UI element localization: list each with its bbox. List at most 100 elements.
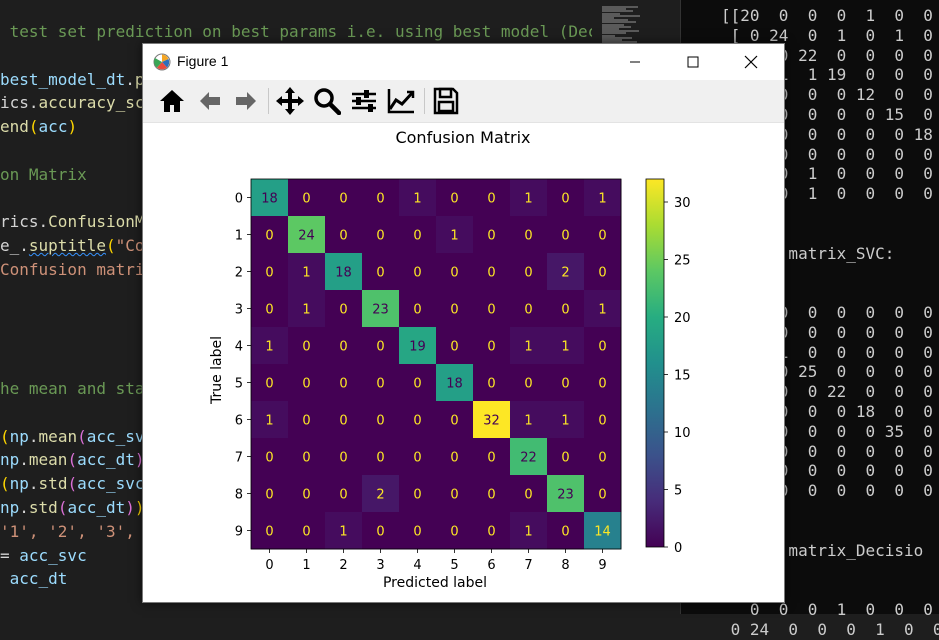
cell-value-label: 1 xyxy=(524,414,532,429)
cell-value-label: 0 xyxy=(524,377,532,392)
toolbar-separator xyxy=(424,88,425,114)
cell-value-label: 0 xyxy=(487,451,495,466)
code-line[interactable]: = acc_svc xyxy=(0,546,87,566)
cell-value-label: 0 xyxy=(265,377,273,392)
code-line[interactable]: ics.accuracy_sc xyxy=(0,93,145,113)
code-line[interactable]: np.std(acc_dt)) xyxy=(0,498,145,518)
cell-value-label: 0 xyxy=(598,340,606,355)
customize-button[interactable] xyxy=(384,84,418,118)
cell-value-label: 14 xyxy=(594,525,611,540)
confusion-matrix-plot: Confusion Matrix 18 0 0 0 1 0 0 1 0 10 24 0 0 0 1 0 0 0 00… xyxy=(209,128,691,591)
cell-value-label: 1 xyxy=(524,525,532,540)
code-line[interactable]: Confusion matrix xyxy=(0,260,154,280)
chart-title: Confusion Matrix xyxy=(395,128,530,147)
cell-value-label: 0 xyxy=(339,451,347,466)
back-button[interactable] xyxy=(193,84,227,118)
home-button[interactable] xyxy=(155,84,189,118)
cell-value-label: 0 xyxy=(524,488,532,503)
x-tick-label: 2 xyxy=(339,558,347,573)
cell-value-label: 0 xyxy=(302,488,310,503)
code-line[interactable]: (np.mean(acc_svc xyxy=(0,427,154,447)
cell-value-label: 0 xyxy=(265,229,273,244)
colorbar-tick-label: 20 xyxy=(674,311,691,326)
code-line[interactable]: '1', '2', '3', xyxy=(0,522,135,542)
y-tick-label: 6 xyxy=(235,414,243,429)
x-tick-label: 4 xyxy=(413,558,421,573)
code-line[interactable]: he mean and sta xyxy=(0,379,145,399)
cell-value-label: 0 xyxy=(376,414,384,429)
cell-value-label: 0 xyxy=(524,303,532,318)
cell-value-label: 1 xyxy=(561,414,569,429)
cell-value-label: 0 xyxy=(265,266,273,281)
code-token: . xyxy=(28,426,39,446)
cell-value-label: 0 xyxy=(524,229,532,244)
close-button[interactable] xyxy=(728,44,774,80)
code-token: best_model_dt xyxy=(0,69,126,89)
cell-value-label: 0 xyxy=(450,525,458,540)
code-line[interactable]: rics.ConfusionMa xyxy=(0,212,154,232)
x-tick-label: 9 xyxy=(598,558,606,573)
save-button[interactable] xyxy=(429,84,463,118)
cell-value-label: 0 xyxy=(561,451,569,466)
cell-value-label: 0 xyxy=(598,414,606,429)
forward-button[interactable] xyxy=(229,84,263,118)
figure-canvas[interactable]: Confusion Matrix 18 0 0 0 1 0 0 1 0 1 0 24 0 0 0 1 0 0 0 0 0… xyxy=(143,123,784,602)
cell-value-label: 1 xyxy=(339,525,347,540)
code-token: on Matrix xyxy=(0,164,87,184)
code-token: rics. xyxy=(0,212,49,232)
cell-value-label: 0 xyxy=(413,266,421,281)
minimize-button[interactable] xyxy=(612,44,658,80)
cell-value-label: 1 xyxy=(302,266,310,281)
cell-value-label: 0 xyxy=(339,229,347,244)
cell-value-label: 2 xyxy=(561,266,569,281)
subplots-button[interactable] xyxy=(347,84,381,118)
edit-axis-icon xyxy=(387,89,415,114)
x-tick-label: 8 xyxy=(561,558,569,573)
cell-value-label: 23 xyxy=(557,488,574,503)
x-axis-label: Predicted label xyxy=(383,575,487,591)
code-token: suptitle xyxy=(28,236,106,256)
cell-value-label: 0 xyxy=(524,266,532,281)
code-line[interactable]: e_.suptitle("Co xyxy=(0,236,145,256)
cell-value-label: 1 xyxy=(265,414,273,429)
x-tick-label: 6 xyxy=(487,558,495,573)
zoom-icon xyxy=(314,88,341,115)
y-tick-label: 8 xyxy=(235,488,243,503)
code-line[interactable]: on Matrix xyxy=(0,165,87,185)
cell-value-label: 2 xyxy=(376,488,384,503)
code-line[interactable]: acc_dt xyxy=(0,569,68,589)
zoom-button[interactable] xyxy=(310,84,344,118)
cell-value-label: 0 xyxy=(413,525,421,540)
code-line[interactable]: np.mean(acc_dt)) xyxy=(0,450,154,470)
cell-value-label: 0 xyxy=(450,192,458,207)
code-line[interactable]: end(acc) xyxy=(0,117,77,137)
cell-value-label: 0 xyxy=(561,192,569,207)
code-token: ( xyxy=(0,426,10,446)
code-line[interactable]: best_model_dt.pr xyxy=(0,70,154,90)
cell-value-label: 19 xyxy=(409,340,426,355)
cell-value-label: 1 xyxy=(524,192,532,207)
figure-titlebar[interactable]: Figure 1 xyxy=(143,44,784,80)
y-tick-label: 4 xyxy=(235,340,243,355)
cell-value-label: 0 xyxy=(413,451,421,466)
code-token: accuracy_sc xyxy=(38,93,145,113)
x-tick-label: 3 xyxy=(376,558,384,573)
code-line[interactable]: (np.std(acc_svc) xyxy=(0,474,154,494)
cell-value-label: 1 xyxy=(302,303,310,318)
cell-value-label: 0 xyxy=(265,451,273,466)
cell-value-label: 0 xyxy=(413,414,421,429)
maximize-button[interactable] xyxy=(670,44,716,80)
cell-value-label: 0 xyxy=(376,229,384,244)
cell-value-label: 24 xyxy=(298,229,315,244)
cell-value-label: 0 xyxy=(487,488,495,503)
colorbar-tick-label: 25 xyxy=(674,254,691,269)
code-token: ConfusionMa xyxy=(48,212,155,232)
colorbar-tick-label: 0 xyxy=(674,541,682,556)
pan-button[interactable] xyxy=(273,84,307,118)
cell-value-label: 0 xyxy=(561,525,569,540)
back-arrow-icon xyxy=(200,92,220,110)
cell-value-label: 0 xyxy=(450,451,458,466)
code-line[interactable]: test set prediction on best params i.e. … xyxy=(0,22,598,42)
code-token: ) xyxy=(67,117,78,137)
x-tick-label: 1 xyxy=(302,558,310,573)
